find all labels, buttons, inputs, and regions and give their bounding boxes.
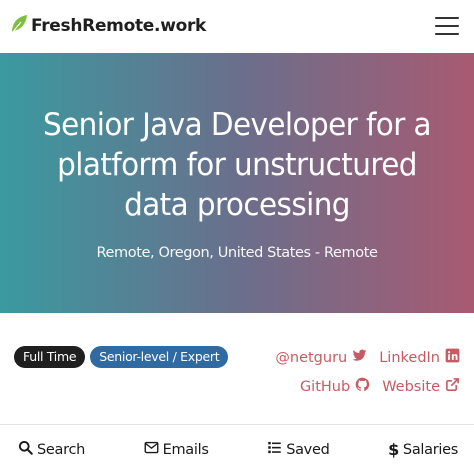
bottom-nav: Search Emails Saved $ Salaries <box>0 425 474 474</box>
envelope-icon <box>144 440 159 459</box>
twitter-link-label: @netguru <box>275 349 348 366</box>
seniority-badge: Senior-level / Expert <box>90 346 229 368</box>
employment-type-badge: Full Time <box>14 346 86 368</box>
job-tags: Full Time Senior-level / Expert <box>14 346 229 368</box>
twitter-link[interactable]: @netguru <box>275 348 367 367</box>
website-link[interactable]: Website <box>382 377 460 396</box>
page: FreshRemote.work Senior Java Developer f… <box>0 0 474 474</box>
nav-salaries[interactable]: $ Salaries <box>388 440 458 459</box>
job-title: Senior Java Developer for a platform for… <box>42 107 432 223</box>
twitter-icon <box>352 348 367 367</box>
nav-search-label: Search <box>37 441 86 458</box>
github-link-label: GitHub <box>299 378 351 395</box>
search-icon <box>18 440 33 459</box>
brand-name: FreshRemote.work <box>31 16 207 36</box>
nav-emails-label: Emails <box>162 441 209 458</box>
nav-salaries-label: Salaries <box>402 441 458 458</box>
github-icon <box>355 377 370 396</box>
github-link[interactable]: GitHub <box>300 377 370 396</box>
list-icon <box>267 440 282 459</box>
linkedin-link-label: LinkedIn <box>379 349 440 366</box>
nav-emails[interactable]: Emails <box>144 440 209 459</box>
linkedin-link[interactable]: LinkedIn <box>379 348 460 367</box>
website-link-label: Website <box>382 378 440 395</box>
company-links: @netguru LinkedIn GitHub Website <box>230 343 460 401</box>
nav-saved[interactable]: Saved <box>267 440 330 459</box>
external-link-icon <box>445 377 460 396</box>
linkedin-icon <box>445 348 460 367</box>
nav-saved-label: Saved <box>286 441 330 458</box>
job-hero-banner: Senior Java Developer for a platform for… <box>0 53 474 313</box>
leaf-icon <box>10 14 28 39</box>
nav-search[interactable]: Search <box>18 440 85 459</box>
top-bar: FreshRemote.work <box>0 0 474 52</box>
brand-logo-link[interactable]: FreshRemote.work <box>10 14 206 39</box>
hamburger-menu-icon[interactable] <box>432 13 462 39</box>
dollar-icon: $ <box>388 440 399 459</box>
job-location: Remote, Oregon, United States - Remote <box>96 245 378 261</box>
